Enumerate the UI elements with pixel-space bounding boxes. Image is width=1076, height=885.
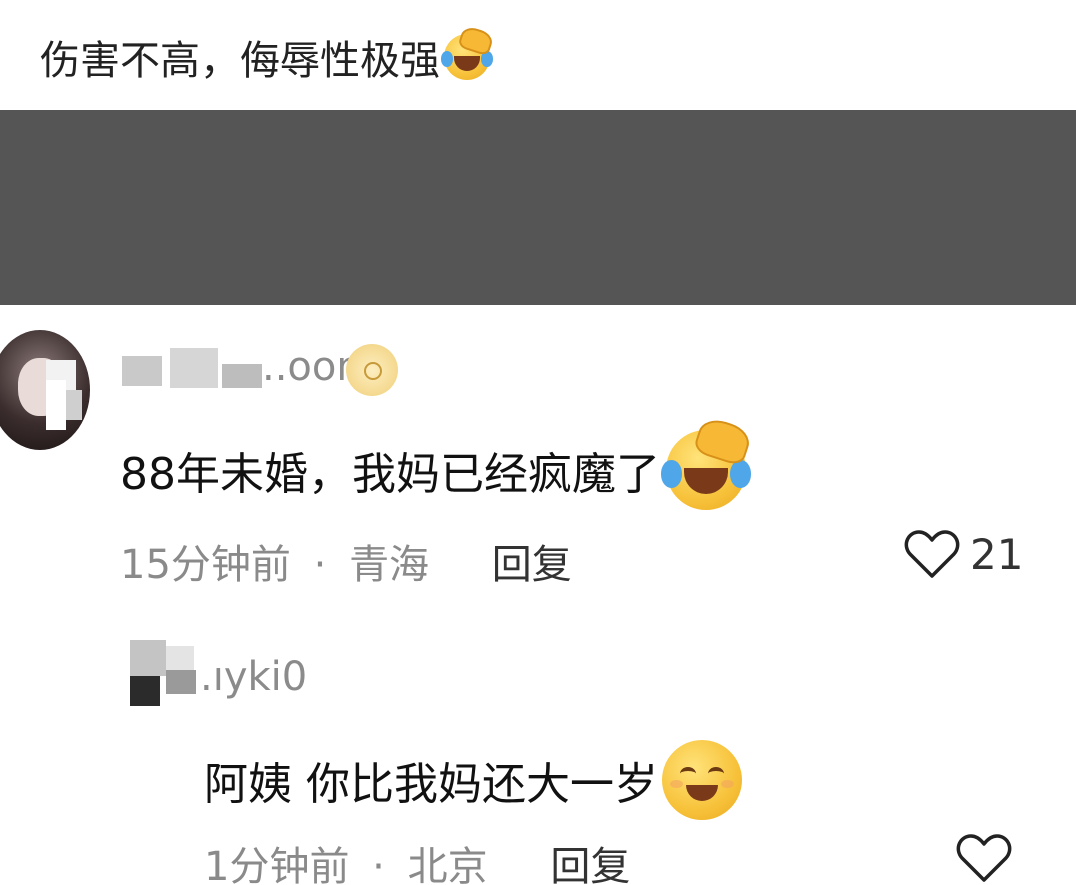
comment-thread: 伤害不高，侮辱性极强 ..oom 88年未婚，我妈已经疯魔了 15分钟前 · 青… xyxy=(0,0,1076,885)
meta-separator: · xyxy=(372,844,385,885)
blur-mask-icon xyxy=(166,670,196,694)
blur-mask-icon xyxy=(170,348,218,388)
blur-mask-icon xyxy=(222,364,262,388)
laughing-emoji-icon xyxy=(441,25,495,80)
reply-button[interactable]: 回复 xyxy=(492,542,572,588)
comment-text-row: 88年未婚，我妈已经疯魔了 xyxy=(120,414,754,510)
blur-mask-icon xyxy=(130,676,160,706)
comment-meta: 15分钟前 · 青海 回复 xyxy=(120,532,572,590)
reply-text-row: 阿姨 你比我妈还大一岁 xyxy=(204,740,742,820)
top-comment-text-row: 伤害不高，侮辱性极强 xyxy=(40,25,495,86)
like-button[interactable]: 21 xyxy=(904,528,1023,580)
laughing-emoji-icon xyxy=(661,414,754,510)
user-badge-icon xyxy=(346,344,398,396)
heart-icon[interactable] xyxy=(904,528,960,580)
comment-location: 青海 xyxy=(349,542,430,588)
blur-mask-icon xyxy=(66,390,82,420)
blur-mask-icon xyxy=(46,380,66,430)
reply-meta: 1分钟前 · 北京 回复 xyxy=(204,834,630,885)
top-comment-text: 伤害不高，侮辱性极强 xyxy=(40,38,440,84)
top-comment: 伤害不高，侮辱性极强 xyxy=(0,0,1076,110)
blur-mask-icon xyxy=(122,356,162,386)
meta-separator: · xyxy=(313,542,327,588)
reply-time: 1分钟前 xyxy=(204,844,350,885)
comment-text: 88年未婚，我妈已经疯魔了 xyxy=(120,449,660,500)
comment-time: 15分钟前 xyxy=(120,542,291,588)
reply-text: 阿姨 你比我妈还大一岁 xyxy=(204,759,658,810)
image-placeholder xyxy=(0,110,1076,305)
reply-location: 北京 xyxy=(407,844,488,885)
smiling-face-emoji-icon xyxy=(662,740,742,820)
reply-button[interactable]: 回复 xyxy=(550,844,630,885)
like-count: 21 xyxy=(970,529,1024,579)
reply-avatar-blurred[interactable] xyxy=(130,640,166,676)
heart-icon[interactable] xyxy=(956,832,1012,884)
reply-username[interactable]: .ıyki0 xyxy=(200,654,307,700)
like-button[interactable] xyxy=(956,832,1012,884)
